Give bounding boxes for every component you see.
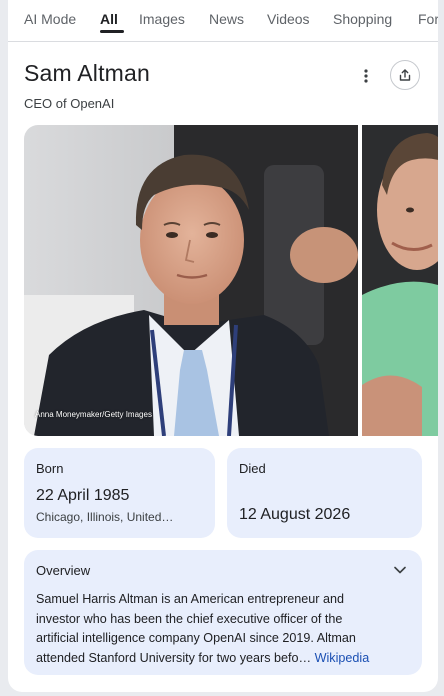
tab-videos[interactable]: Videos <box>267 11 310 27</box>
photo-credit: Anna Moneymaker/Getty Images <box>35 410 152 419</box>
knowledge-panel: AI Mode All Images News Videos Shopping … <box>8 0 438 692</box>
born-card[interactable]: Born 22 April 1985 Chicago, Illinois, Un… <box>24 448 215 538</box>
overview-line: investor who has been the chief executiv… <box>36 611 343 626</box>
died-card[interactable]: Died 12 August 2026 <box>227 448 422 538</box>
entity-subtitle: CEO of OpenAI <box>24 96 115 111</box>
died-date: 12 August 2026 <box>239 506 351 523</box>
overview-line: Samuel Harris Altman is an American entr… <box>36 592 344 606</box>
overview-line-last: attended Stanford University for two yea… <box>36 649 416 669</box>
portrait-photo-2 <box>362 125 438 436</box>
main-photo[interactable]: Anna Moneymaker/Getty Images <box>24 125 358 436</box>
more-options-button[interactable] <box>356 64 376 88</box>
wikipedia-link[interactable]: Wikipedia <box>315 651 370 665</box>
share-button[interactable] <box>390 60 420 90</box>
born-date: 22 April 1985 <box>36 487 130 504</box>
tab-ai-mode[interactable]: AI Mode <box>24 11 76 27</box>
overview-ellipsis: … <box>298 650 312 665</box>
died-label: Died <box>239 461 266 476</box>
entity-title: Sam Altman <box>24 60 150 86</box>
born-place: Chicago, Illinois, United… <box>36 510 174 524</box>
overview-line: attended Stanford University for two yea… <box>36 650 299 665</box>
search-tabs: AI Mode All Images News Videos Shopping … <box>8 0 438 42</box>
tab-news[interactable]: News <box>209 11 244 27</box>
portrait-photo <box>24 125 358 436</box>
tab-all[interactable]: All <box>100 11 118 27</box>
tab-images[interactable]: Images <box>139 11 185 27</box>
overview-card: Overview Samuel Harris Altman is an Amer… <box>24 550 422 675</box>
second-photo[interactable] <box>362 125 438 436</box>
born-label: Born <box>36 461 64 476</box>
more-vert-icon <box>364 69 368 83</box>
active-tab-indicator <box>100 30 124 33</box>
overview-line: artificial intelligence company OpenAI s… <box>36 631 356 645</box>
overview-expand-button[interactable] <box>390 560 410 580</box>
chevron-down-icon <box>394 566 406 574</box>
overview-text: Samuel Harris Altman is an American entr… <box>36 590 416 668</box>
tab-shopping[interactable]: Shopping <box>333 11 392 27</box>
overview-title: Overview <box>36 563 91 578</box>
share-icon <box>399 69 411 81</box>
tab-forums[interactable]: For <box>418 11 438 27</box>
